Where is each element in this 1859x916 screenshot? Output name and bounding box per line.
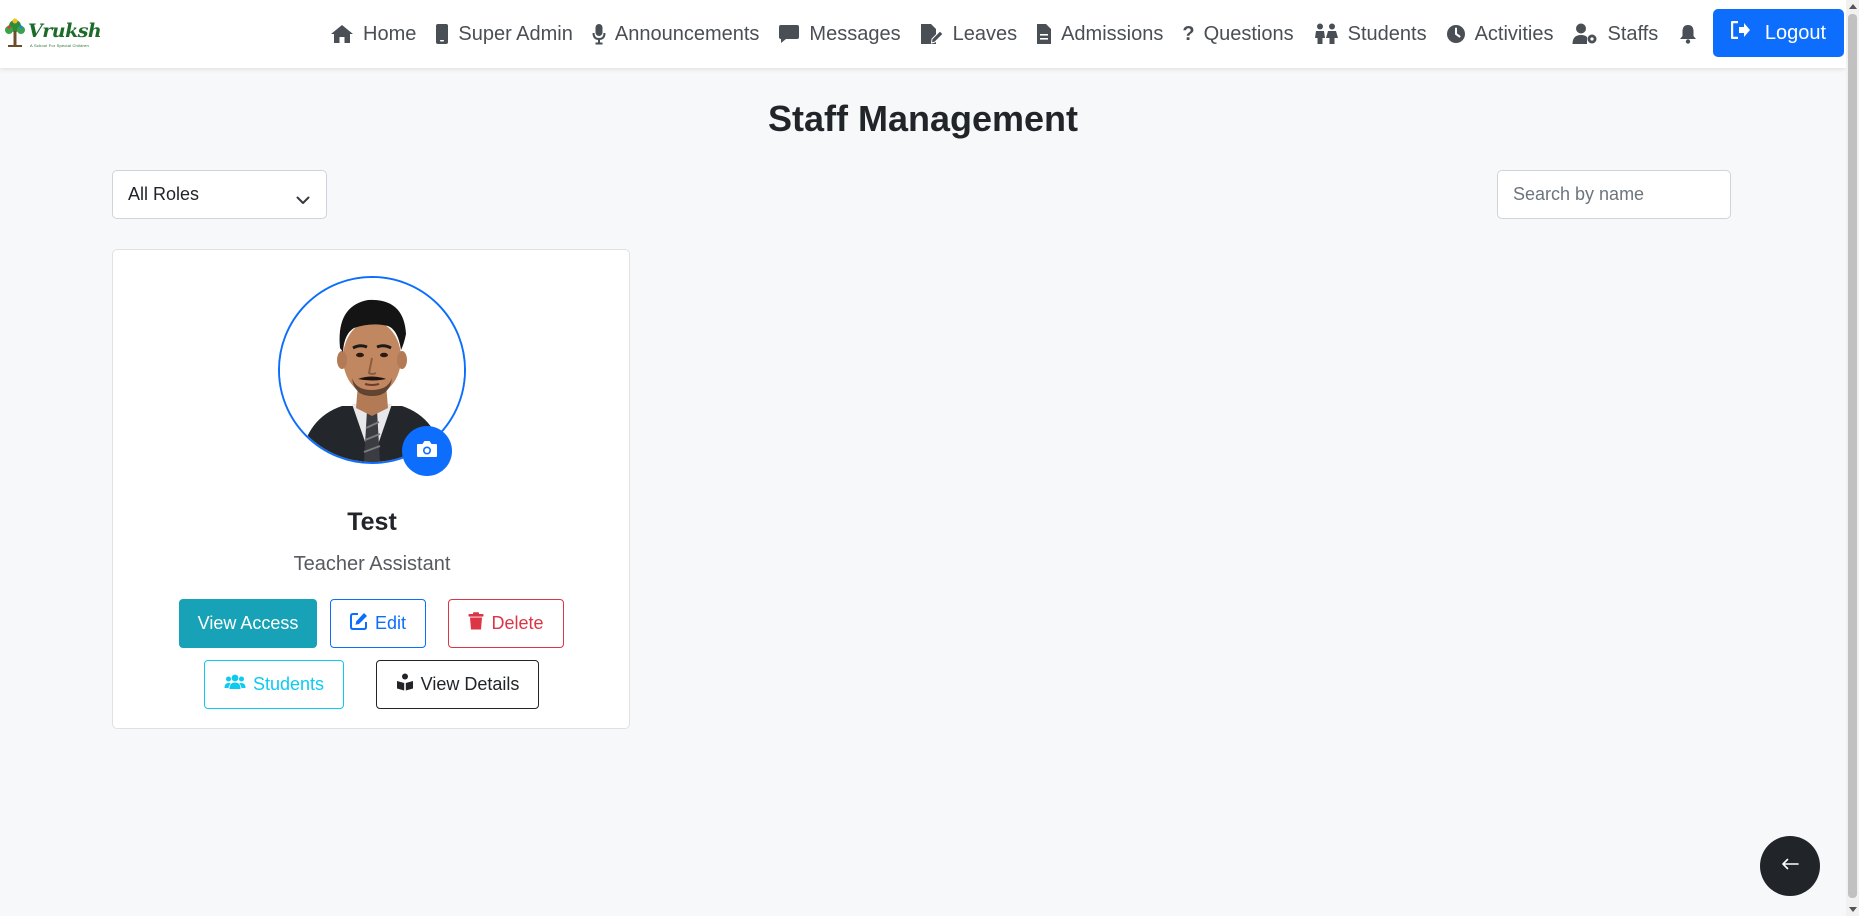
logout-icon [1730,20,1765,45]
logout-label: Logout [1764,21,1827,44]
nav-item-label: Activities [1474,22,1554,45]
nav-item-questions[interactable]: ? Questions [1182,0,1293,68]
user-gear-icon [1572,23,1598,45]
page-scrollbar[interactable] [1846,0,1859,916]
view-details-label: View Details [420,674,520,694]
nav-item-label: Admissions [1061,22,1164,45]
nav-item-home[interactable]: Home [330,0,416,68]
scroll-down-arrow-icon[interactable] [1849,907,1857,912]
staff-avatar-wrapper [278,276,466,476]
camera-icon [416,440,438,463]
nav-item-label: Messages [809,22,901,45]
search-input[interactable] [1497,170,1731,219]
nav-item-label: Super Admin [458,22,573,45]
chevron-down-icon [296,189,310,210]
back-button[interactable] [1760,836,1820,896]
delete-label: Delete [491,613,544,633]
nav-menu: Home Super Admin Announcements Messages … [330,0,1697,68]
file-edit-icon [920,23,944,45]
users-icon [224,674,253,695]
tree-logo-icon [4,17,26,51]
students-label: Students [252,674,325,694]
nav-item-label: Announcements [614,22,760,45]
question-icon: ? [1182,22,1195,45]
delete-button[interactable]: Delete [448,599,564,648]
role-filter-select[interactable]: All Roles [112,170,327,219]
edit-button[interactable]: Edit [330,599,426,648]
mobile-icon [435,23,449,45]
microphone-icon [592,23,606,45]
home-icon [330,24,354,44]
arrow-left-icon [1781,857,1799,875]
nav-item-label: Home [363,22,417,45]
brand-name: Vruksh [28,20,102,42]
bell-icon [1679,24,1697,44]
brand-tagline: A School For Special Children [30,43,89,48]
children-icon [1313,23,1339,45]
nav-item-label: Students [1347,22,1427,45]
nav-item-messages[interactable]: Messages [778,0,901,68]
nav-item-label: Staffs [1607,22,1659,45]
nav-item-staffs[interactable]: Staffs [1572,0,1658,68]
nav-item-activities[interactable]: Activities [1446,0,1554,68]
nav-item-announcements[interactable]: Announcements [592,0,760,68]
nav-item-admissions[interactable]: Admissions [1036,0,1163,68]
page-title: Staff Management [767,98,1079,139]
scroll-up-arrow-icon[interactable] [1849,4,1857,9]
nav-item-label: Leaves [952,22,1018,45]
edit-icon [349,612,375,635]
top-navbar: Vruksh A School For Special Children Hom… [0,0,1846,68]
brand-logo[interactable]: Vruksh A School For Special Children [4,16,120,52]
students-button[interactable]: Students [204,660,344,709]
role-filter-value: All Roles [128,184,200,204]
trash-icon [468,612,491,635]
staff-role: Teacher Assistant [293,553,451,575]
nav-item-label: Questions [1203,22,1294,45]
staff-name: Test [347,508,397,536]
view-details-button[interactable]: View Details [376,660,539,709]
scroll-thumb[interactable] [1848,14,1857,898]
comment-icon [778,24,800,44]
change-photo-button[interactable] [402,426,452,476]
nav-item-leaves[interactable]: Leaves [920,0,1018,68]
book-reader-icon [396,673,421,696]
view-access-button[interactable]: View Access [179,599,317,648]
clock-icon [1446,24,1466,44]
edit-label: Edit [374,613,407,633]
view-access-label: View Access [197,613,299,633]
notifications-button[interactable] [1679,0,1697,68]
staff-card: Test Teacher Assistant View Access Edit … [112,249,630,729]
file-icon [1036,23,1052,45]
logout-button[interactable]: Logout [1713,9,1844,57]
nav-item-students[interactable]: Students [1313,0,1427,68]
nav-item-super-admin[interactable]: Super Admin [435,0,573,68]
